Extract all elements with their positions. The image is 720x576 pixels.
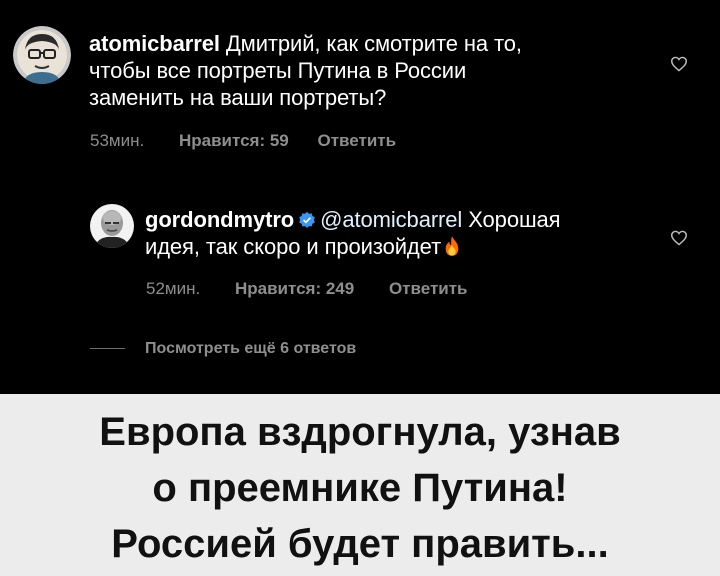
view-more-label: Посмотреть ещё 6 ответов [145,340,357,357]
comment-1-meta: 53мин. Нравится: 59 Ответить [90,131,396,151]
gordondmytro-avatar[interactable] [90,204,134,248]
glasses-avatar-icon [13,26,71,84]
comment-2-line1-text: Хорошая [468,207,561,232]
comment-2-line-1: gordondmytro @atomicbarrel Хорошая [145,206,645,233]
view-more-divider [90,348,125,350]
comment-1-text: atomicbarrel Дмитрий, как смотрите на то… [89,30,649,111]
comment-1-line-2: чтобы все портреты Путина в России [89,58,467,83]
fire-emoji-icon [445,236,459,256]
comment-2-line2-text: идея, так скоро и произойдет [145,234,442,259]
comment-2-mention[interactable]: @atomicbarrel [320,207,462,232]
comments-screen: atomicbarrel Дмитрий, как смотрите на то… [0,0,720,394]
comment-2-meta: 52мин. Нравится: 249 Ответить [146,279,468,299]
comment-2-time: 52мин. [146,279,201,298]
comment-2-likes[interactable]: Нравится: 249 [235,279,354,299]
atomicbarrel-avatar[interactable] [13,26,71,84]
caption-line-2: о преемнике Путина! [152,466,568,510]
caption-line-3: Россией будет править... [111,522,609,566]
comment-2-reply-button[interactable]: Ответить [389,279,468,299]
comment-1-line-3: заменить на ваши портреты? [89,85,387,110]
comment-1-line-1: atomicbarrel Дмитрий, как смотрите на то… [89,30,649,57]
verified-badge-icon [299,211,315,228]
caption-line-1: Европа вздрогнула, узнав [99,410,621,454]
comment-1-time: 53мин. [90,131,145,150]
comment-1-reply-button[interactable]: Ответить [317,131,396,151]
comment-2-text: gordondmytro @atomicbarrel Хорошая идея, … [145,206,645,260]
comment-2-username[interactable]: gordondmytro [145,207,294,232]
like-heart-icon-2[interactable] [670,230,688,246]
comment-1-line1-text: Дмитрий, как смотрите на то, [225,31,522,56]
comment-1-username[interactable]: atomicbarrel [89,31,220,56]
bald-man-avatar-icon [90,204,134,248]
like-heart-icon[interactable] [670,56,688,72]
meme-caption-box: Европа вздрогнула, узнав о преемнике Пут… [0,394,720,576]
view-more-replies[interactable]: Посмотреть ещё 6 ответов [90,340,356,358]
comment-2-line-2: идея, так скоро и произойдет [145,233,645,260]
comment-1-likes[interactable]: Нравится: 59 [179,131,289,151]
